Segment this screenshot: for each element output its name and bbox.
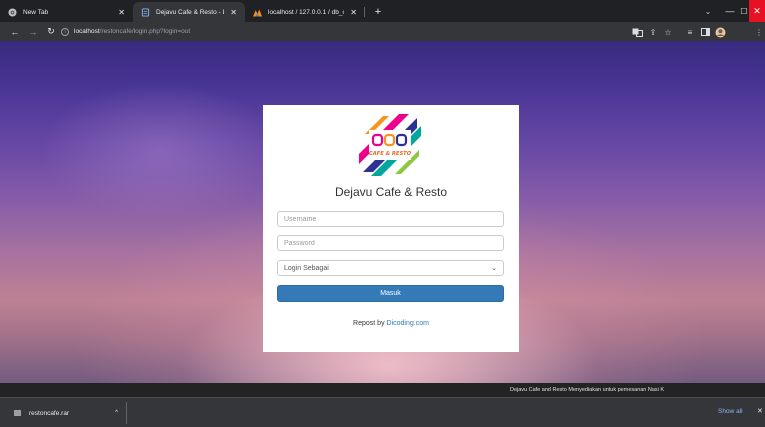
page-icon — [141, 7, 150, 17]
tab-search-chevron-icon[interactable]: ⌄ — [697, 0, 719, 22]
login-card: CAFE & RESTO Dejavu Cafe & Resto Login S… — [263, 105, 519, 352]
credit-link[interactable]: Dicoding.com — [387, 320, 429, 327]
bookmark-star-icon[interactable]: ☆ — [662, 26, 674, 38]
close-shelf-icon[interactable]: ✕ — [757, 407, 763, 415]
tab-phpmyadmin[interactable]: localhost / 127.0.0.1 / db_cafe / t ✕ — [245, 2, 365, 22]
page-viewport: CAFE & RESTO Dejavu Cafe & Resto Login S… — [0, 41, 765, 383]
tab-close-icon[interactable]: ✕ — [118, 8, 125, 17]
address-path: /restoncafe/login.php?login=out — [99, 28, 191, 35]
brand-title: Dejavu Cafe & Resto — [334, 185, 448, 199]
show-all-downloads-link[interactable]: Show all — [718, 408, 743, 415]
username-input[interactable] — [277, 211, 504, 227]
forward-arrow-icon[interactable]: → — [26, 25, 40, 39]
tab-title: New Tab — [23, 8, 49, 16]
reading-list-icon[interactable]: ≡ — [684, 26, 696, 38]
profile-avatar-icon[interactable] — [714, 26, 726, 38]
site-footer: Dejavu Cafe and Resto Menyediakan untuk … — [0, 383, 765, 397]
tab-title: localhost / 127.0.0.1 / db_cafe / t — [268, 8, 344, 16]
back-arrow-icon[interactable]: ← — [8, 25, 22, 39]
login-role-select[interactable]: Login Sebagai ⌄ — [277, 260, 504, 276]
tab-close-icon[interactable]: ✕ — [230, 8, 237, 17]
login-submit-button[interactable]: Masuk — [277, 285, 504, 302]
translate-icon[interactable] — [631, 26, 643, 38]
address-host: localhost — [74, 28, 100, 35]
side-panel-icon[interactable] — [699, 26, 711, 38]
dejavu-logo: CAFE & RESTO — [359, 114, 421, 176]
address-bar[interactable]: i localhost/restoncafe/login.php?login=o… — [57, 24, 617, 39]
download-item[interactable]: restoncafe.rar ^ — [8, 404, 126, 422]
window-close-icon[interactable]: ✕ — [749, 0, 765, 22]
login-role-select-value: Login Sebagai — [284, 264, 329, 272]
chevron-up-icon[interactable]: ^ — [115, 410, 118, 416]
new-tab-button[interactable]: + — [369, 2, 387, 22]
footer-marquee-text: Dejavu Cafe and Resto Menyediakan untuk … — [510, 387, 665, 393]
tab-title: Dejavu Cafe & Resto - Login — [156, 8, 224, 16]
repost-credit: Repost by Dicoding.com — [263, 320, 519, 327]
download-divider — [126, 402, 127, 424]
archive-file-icon — [14, 410, 21, 416]
chevron-down-icon: ⌄ — [491, 265, 497, 272]
download-shelf: restoncafe.rar ^ Show all ✕ — [0, 397, 765, 427]
chrome-icon — [8, 7, 17, 17]
tab-dejavu-login[interactable]: Dejavu Cafe & Resto - Login ✕ — [133, 2, 245, 22]
phpmyadmin-icon — [253, 8, 262, 17]
browser-tab-strip: New Tab ✕ Dejavu Cafe & Resto - Login ✕ … — [0, 0, 765, 22]
share-icon[interactable]: ⇪ — [647, 26, 659, 38]
logo-lettering: CAFE & RESTO — [369, 151, 412, 157]
background-glow — [40, 81, 280, 221]
tab-new-tab[interactable]: New Tab ✕ — [0, 2, 133, 22]
password-input[interactable] — [277, 235, 504, 251]
site-info-icon[interactable]: i — [61, 27, 69, 36]
credit-prefix: Repost by — [353, 320, 387, 327]
browser-menu-icon[interactable]: ⋮ — [753, 26, 765, 38]
tab-close-icon[interactable]: ✕ — [350, 8, 357, 17]
reload-icon[interactable]: ↻ — [44, 25, 58, 39]
download-file-name: restoncafe.rar — [29, 409, 70, 417]
